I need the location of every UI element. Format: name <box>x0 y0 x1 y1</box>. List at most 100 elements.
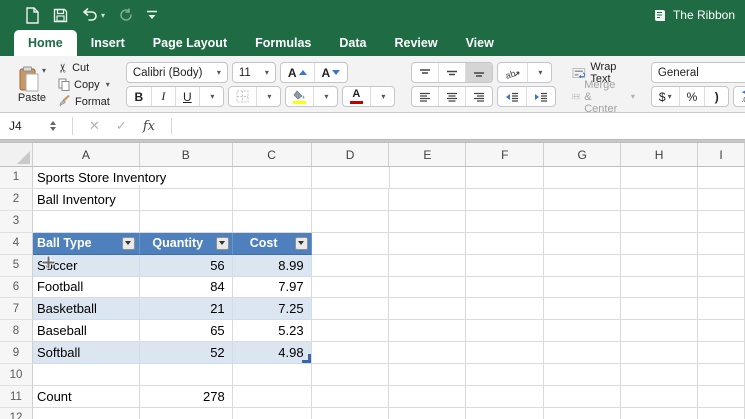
merge-center-button[interactable]: Merge & Center ▾ <box>572 79 635 112</box>
cell-I5[interactable] <box>698 254 745 277</box>
row-header-8[interactable]: 8 <box>0 320 33 343</box>
column-header-B[interactable]: B <box>139 143 233 166</box>
cell-I1[interactable] <box>698 167 745 189</box>
filter-dropdown-icon[interactable] <box>294 236 308 250</box>
cell-E6[interactable] <box>389 276 467 299</box>
cell-C1[interactable] <box>232 167 312 189</box>
undo-icon[interactable]: ▾ <box>81 8 105 22</box>
cell-C4[interactable]: Cost <box>232 232 312 255</box>
redo-icon[interactable] <box>118 7 133 23</box>
row-header-5[interactable]: 5 <box>0 254 33 277</box>
cell-G2[interactable] <box>544 188 622 211</box>
cell-I6[interactable] <box>698 276 745 299</box>
borders-button[interactable] <box>229 87 256 106</box>
cell-A11[interactable]: Count <box>32 386 140 408</box>
column-header-F[interactable]: F <box>466 143 545 166</box>
cell-B9[interactable]: 52 <box>139 342 233 365</box>
column-header-A[interactable]: A <box>32 143 140 166</box>
underline-button[interactable]: U <box>174 87 199 106</box>
cell-F7[interactable] <box>466 298 545 321</box>
cell-E4[interactable] <box>389 232 467 255</box>
cell-G3[interactable] <box>544 210 622 233</box>
row-header-2[interactable]: 2 <box>0 188 33 211</box>
cell-E11[interactable] <box>389 386 467 408</box>
cell-I4[interactable] <box>698 232 745 255</box>
cell-F1[interactable] <box>466 167 545 189</box>
tab-page-layout[interactable]: Page Layout <box>139 30 241 56</box>
currency-format-button[interactable]: $ ▾ <box>652 87 679 106</box>
cell-E8[interactable] <box>389 320 467 343</box>
font-family-select[interactable]: Calibri (Body) ▾ <box>125 62 228 83</box>
cell-A4[interactable]: Ball Type <box>32 232 140 255</box>
cell-B12[interactable] <box>140 407 233 419</box>
cell-A3[interactable] <box>32 210 140 233</box>
cell-H12[interactable] <box>621 407 699 419</box>
row-header-7[interactable]: 7 <box>0 298 33 321</box>
orientation-dropdown-button[interactable]: ▾ <box>526 63 551 82</box>
cell-E1[interactable] <box>389 167 467 189</box>
cell-G6[interactable] <box>544 276 622 299</box>
filter-dropdown-icon[interactable] <box>121 236 135 250</box>
cell-C12[interactable] <box>233 407 312 419</box>
number-format-select[interactable]: General ▾ <box>650 62 745 83</box>
cell-A2[interactable]: Ball Inventory <box>32 188 140 211</box>
cell-F2[interactable] <box>466 188 545 211</box>
cell-B2[interactable] <box>139 188 233 211</box>
cell-F3[interactable] <box>466 210 545 233</box>
font-color-dropdown-button[interactable]: ▾ <box>369 87 394 106</box>
underline-dropdown-button[interactable]: ▾ <box>198 87 223 106</box>
column-header-I[interactable]: I <box>698 143 745 166</box>
tab-data[interactable]: Data <box>325 30 380 56</box>
cell-D3[interactable] <box>311 210 390 233</box>
cell-H6[interactable] <box>621 276 699 299</box>
undo-dropdown-icon[interactable]: ▾ <box>101 11 105 20</box>
cell-I9[interactable] <box>698 342 745 365</box>
cell-A12[interactable] <box>33 407 140 419</box>
tab-review[interactable]: Review <box>380 30 451 56</box>
cell-B4[interactable]: Quantity <box>139 232 233 255</box>
tab-view[interactable]: View <box>452 30 508 56</box>
name-box-spinner[interactable] <box>50 121 56 131</box>
save-icon[interactable] <box>53 8 68 23</box>
cell-C9[interactable]: 4.98 <box>232 342 312 365</box>
cell-F12[interactable] <box>466 407 545 419</box>
cell-C6[interactable]: 7.97 <box>232 276 312 299</box>
cell-C5[interactable]: 8.99 <box>232 254 312 277</box>
cell-I7[interactable] <box>698 298 745 321</box>
cell-H4[interactable] <box>621 232 699 255</box>
cell-F4[interactable] <box>466 232 545 255</box>
cell-A6[interactable]: Football <box>32 276 140 299</box>
cell-E12[interactable] <box>389 407 467 419</box>
align-right-button[interactable] <box>464 87 492 106</box>
insert-function-icon[interactable]: fx <box>135 119 163 134</box>
cell-D10[interactable] <box>311 364 390 387</box>
font-color-button[interactable]: A <box>343 87 370 106</box>
copy-dropdown-icon[interactable]: ▾ <box>106 80 110 89</box>
bold-button[interactable]: B <box>127 87 151 106</box>
borders-dropdown-button[interactable]: ▾ <box>255 87 280 106</box>
cell-D1[interactable] <box>311 167 390 189</box>
cell-F11[interactable] <box>466 386 545 408</box>
paste-button[interactable]: ▾ Paste <box>10 66 54 104</box>
cell-B6[interactable]: 84 <box>139 276 233 299</box>
cell-D11[interactable] <box>311 386 390 408</box>
tab-insert[interactable]: Insert <box>77 30 139 56</box>
row-header-3[interactable]: 3 <box>0 210 33 233</box>
cell-C8[interactable]: 5.23 <box>232 320 312 343</box>
format-painter-button[interactable]: Format <box>58 94 110 110</box>
align-center-button[interactable] <box>437 87 465 106</box>
row-header-6[interactable]: 6 <box>0 276 33 299</box>
increase-indent-button[interactable] <box>525 87 555 106</box>
cell-A5[interactable]: Soccer <box>32 254 140 277</box>
filter-dropdown-icon[interactable] <box>215 236 229 250</box>
cell-A8[interactable]: Baseball <box>32 320 140 343</box>
cell-I2[interactable] <box>698 188 745 211</box>
cell-E5[interactable] <box>389 254 467 277</box>
cell-D8[interactable] <box>311 320 390 343</box>
copy-button[interactable]: Copy ▾ <box>58 77 110 93</box>
cell-E7[interactable] <box>389 298 467 321</box>
row-header-12[interactable]: 12 <box>0 407 33 419</box>
new-file-icon[interactable] <box>25 6 40 24</box>
tab-formulas[interactable]: Formulas <box>241 30 325 56</box>
cancel-icon[interactable]: ✕ <box>81 118 108 134</box>
